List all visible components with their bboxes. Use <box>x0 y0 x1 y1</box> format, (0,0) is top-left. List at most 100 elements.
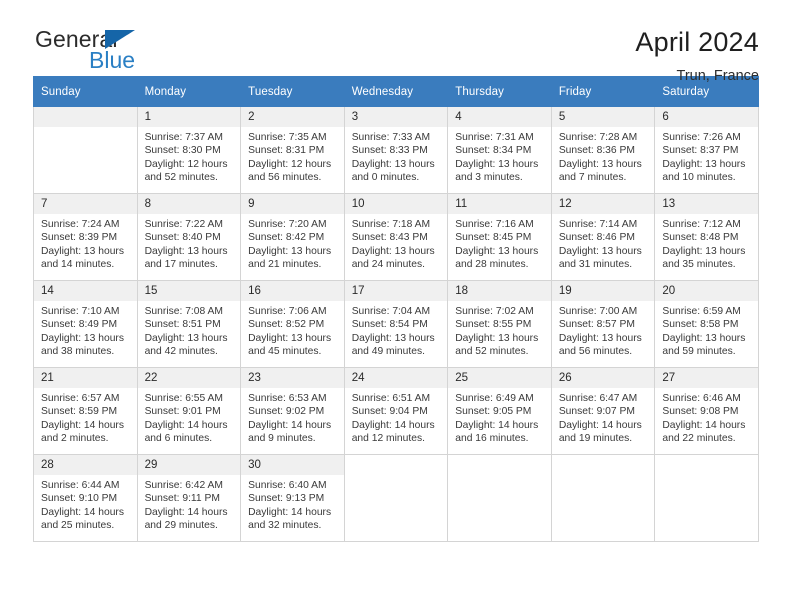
day-number: 18 <box>448 281 551 301</box>
sun-info-line: and 56 minutes. <box>558 346 633 358</box>
sun-info-line: Daylight: 13 hours <box>558 245 642 257</box>
sun-info-line: Daylight: 13 hours <box>351 245 435 257</box>
sun-info-line: Daylight: 14 hours <box>455 419 539 431</box>
sun-info-line: Sunset: 8:36 PM <box>558 145 635 157</box>
calendar-week-row: 7 Sunrise: 7:24 AM Sunset: 8:39 PM Daylight… <box>33 193 759 281</box>
sun-info-line: and 59 minutes. <box>662 346 736 358</box>
day-sun-info: Sunrise: 6:47 AM Sunset: 9:07 PM Daylight:… <box>552 388 655 446</box>
sun-info-line: Daylight: 14 hours <box>144 419 228 431</box>
day-number: 5 <box>551 107 655 127</box>
day-number: 9 <box>241 194 344 214</box>
sun-info-line: Sunset: 9:01 PM <box>144 406 221 418</box>
sun-info-line: Sunset: 8:34 PM <box>455 145 532 157</box>
calendar-table: Sunday Monday Tuesday Wednesday Thursday Frid… <box>33 76 759 542</box>
calendar-day-cell[interactable]: 12 Sunrise: 7:14 AM Sunset: 8:46 PM Dayligh… <box>550 193 656 281</box>
calendar-day-cell[interactable]: 5 Sunrise: 7:28 AM Sunset: 8:36 PM Daylight… <box>550 106 656 194</box>
calendar-day-cell[interactable]: 22 Sunrise: 6:55 AM Sunset: 9:01 PM Dayligh… <box>136 367 242 455</box>
sun-info-line: Daylight: 13 hours <box>558 158 642 170</box>
sun-info-line: Sunset: 8:40 PM <box>144 232 221 244</box>
sun-info-line: Sunset: 8:54 PM <box>351 319 428 331</box>
calendar-day-cell[interactable]: 18 Sunrise: 7:02 AM Sunset: 8:55 PM Dayligh… <box>447 280 552 368</box>
day-number: 16 <box>241 281 344 301</box>
calendar-day-cell[interactable]: 4 Sunrise: 7:31 AM Sunset: 8:34 PM Daylight… <box>447 106 552 194</box>
calendar-day-cell[interactable]: 13 Sunrise: 7:12 AM Sunset: 8:48 PM Dayligh… <box>654 193 759 281</box>
calendar-day-cell[interactable]: 24 Sunrise: 6:51 AM Sunset: 9:04 PM Dayligh… <box>343 367 449 455</box>
day-number: 20 <box>655 281 758 301</box>
calendar-day-cell[interactable]: 6 Sunrise: 7:26 AM Sunset: 8:37 PM Daylight… <box>654 106 759 194</box>
page-header: General Blue April 2024 Trun, France <box>33 0 759 84</box>
sun-info-line: and 17 minutes. <box>144 259 218 271</box>
sun-info-line: and 16 minutes. <box>455 433 529 445</box>
calendar-day-cell[interactable]: 29 Sunrise: 6:42 AM Sunset: 9:11 PM Dayligh… <box>136 454 242 542</box>
sun-info-line: Sunrise: 7:10 AM <box>41 306 120 317</box>
day-sun-info: Sunrise: 7:00 AM Sunset: 8:57 PM Daylight:… <box>552 301 655 359</box>
sun-info-line: Sunrise: 6:53 AM <box>248 393 327 404</box>
calendar-day-cell[interactable]: 28 Sunrise: 6:44 AM Sunset: 9:10 PM Dayligh… <box>33 454 138 542</box>
sun-info-line: Sunrise: 7:08 AM <box>144 306 223 317</box>
sun-info-line: Daylight: 13 hours <box>662 245 746 257</box>
sun-info-line: and 21 minutes. <box>248 259 322 271</box>
sun-info-line: Daylight: 12 hours <box>248 158 332 170</box>
weekday-header-thursday: Thursday <box>447 76 552 107</box>
calendar-day-cell[interactable]: 17 Sunrise: 7:04 AM Sunset: 8:54 PM Dayligh… <box>343 280 449 368</box>
day-number: 4 <box>448 107 551 127</box>
calendar-day-cell[interactable]: 25 Sunrise: 6:49 AM Sunset: 9:05 PM Dayligh… <box>447 367 552 455</box>
day-sun-info: Sunrise: 7:12 AM Sunset: 8:48 PM Daylight:… <box>655 214 758 272</box>
sun-info-line: Sunrise: 6:40 AM <box>248 480 327 491</box>
sun-info-line: Sunrise: 7:24 AM <box>41 219 120 230</box>
sun-info-line: and 22 minutes. <box>662 433 736 445</box>
location-subtitle: Trun, France <box>676 68 759 84</box>
sun-info-line: Sunset: 8:52 PM <box>248 319 325 331</box>
calendar-week-row: 1 Sunrise: 7:37 AM Sunset: 8:30 PM Daylight… <box>33 106 759 194</box>
calendar-day-cell[interactable]: 15 Sunrise: 7:08 AM Sunset: 8:51 PM Dayligh… <box>136 280 242 368</box>
calendar-day-cell[interactable]: 9 Sunrise: 7:20 AM Sunset: 8:42 PM Daylight… <box>240 193 345 281</box>
sun-info-line: Sunset: 9:04 PM <box>351 406 428 418</box>
sun-info-line: Sunrise: 7:14 AM <box>558 219 638 230</box>
day-sun-info: Sunrise: 7:33 AM Sunset: 8:33 PM Daylight:… <box>345 127 448 185</box>
sun-info-line: Daylight: 13 hours <box>248 245 332 257</box>
calendar-day-cell[interactable]: 8 Sunrise: 7:22 AM Sunset: 8:40 PM Daylight… <box>136 193 242 281</box>
calendar-day-cell[interactable]: 26 Sunrise: 6:47 AM Sunset: 9:07 PM Dayligh… <box>550 367 656 455</box>
calendar-day-cell[interactable]: 16 Sunrise: 7:06 AM Sunset: 8:52 PM Dayligh… <box>240 280 345 368</box>
calendar-day-cell[interactable]: 11 Sunrise: 7:16 AM Sunset: 8:45 PM Dayligh… <box>447 193 552 281</box>
day-number: 8 <box>137 194 241 214</box>
sun-info-line: Sunset: 8:48 PM <box>662 232 739 244</box>
calendar-day-cell[interactable]: 30 Sunrise: 6:40 AM Sunset: 9:13 PM Dayligh… <box>240 454 345 542</box>
day-sun-info: Sunrise: 7:18 AM Sunset: 8:43 PM Daylight:… <box>345 214 448 272</box>
calendar-day-cell[interactable]: 2 Sunrise: 7:35 AM Sunset: 8:31 PM Daylight… <box>240 106 345 194</box>
day-number: 3 <box>344 107 448 127</box>
day-sun-info: Sunrise: 7:08 AM Sunset: 8:51 PM Daylight:… <box>138 301 241 359</box>
calendar-day-cell[interactable]: 19 Sunrise: 7:00 AM Sunset: 8:57 PM Dayligh… <box>550 280 656 368</box>
sun-info-line: and 31 minutes. <box>558 259 633 271</box>
page-title: April 2024 <box>635 27 759 57</box>
day-sun-info: Sunrise: 6:46 AM Sunset: 9:08 PM Daylight:… <box>655 388 758 446</box>
weekday-header-tuesday: Tuesday <box>240 76 345 107</box>
sun-info-line: Sunset: 9:08 PM <box>662 406 739 418</box>
sun-info-line: Daylight: 13 hours <box>351 158 435 170</box>
sun-info-line: Sunset: 8:31 PM <box>248 145 325 157</box>
sun-info-line: and 6 minutes. <box>144 433 213 445</box>
calendar-day-cell[interactable]: 27 Sunrise: 6:46 AM Sunset: 9:08 PM Dayligh… <box>654 367 759 455</box>
calendar-day-cell[interactable]: 7 Sunrise: 7:24 AM Sunset: 8:39 PM Daylight… <box>33 193 138 281</box>
calendar-empty-cell <box>343 454 449 542</box>
general-blue-logo[interactable]: General Blue <box>33 26 203 82</box>
day-sun-info: Sunrise: 7:37 AM Sunset: 8:30 PM Daylight:… <box>138 127 241 185</box>
sun-info-line: and 9 minutes. <box>248 433 316 445</box>
calendar-day-cell[interactable]: 23 Sunrise: 6:53 AM Sunset: 9:02 PM Dayligh… <box>240 367 345 455</box>
sun-info-line: Sunset: 9:05 PM <box>455 406 532 418</box>
calendar-day-cell[interactable]: 14 Sunrise: 7:10 AM Sunset: 8:49 PM Dayligh… <box>33 280 138 368</box>
sun-info-line: Sunrise: 6:57 AM <box>41 393 120 404</box>
calendar-week-row: 28 Sunrise: 6:44 AM Sunset: 9:10 PM Dayligh… <box>33 454 759 542</box>
sun-info-line: Sunrise: 7:20 AM <box>248 219 327 230</box>
calendar-day-cell[interactable]: 3 Sunrise: 7:33 AM Sunset: 8:33 PM Daylight… <box>343 106 449 194</box>
calendar-day-cell[interactable]: 20 Sunrise: 6:59 AM Sunset: 8:58 PM Dayligh… <box>654 280 759 368</box>
sun-info-line: Sunrise: 7:18 AM <box>351 219 431 230</box>
calendar-day-cell[interactable]: 1 Sunrise: 7:37 AM Sunset: 8:30 PM Daylight… <box>136 106 242 194</box>
sun-info-line: Daylight: 13 hours <box>41 332 124 344</box>
calendar-day-cell[interactable]: 21 Sunrise: 6:57 AM Sunset: 8:59 PM Dayligh… <box>33 367 138 455</box>
calendar-day-cell[interactable]: 10 Sunrise: 7:18 AM Sunset: 8:43 PM Dayligh… <box>343 193 449 281</box>
day-number: 2 <box>241 107 344 127</box>
sun-info-line: Daylight: 13 hours <box>662 158 746 170</box>
sun-info-line: Daylight: 13 hours <box>455 332 539 344</box>
day-sun-info: Sunrise: 7:10 AM Sunset: 8:49 PM Daylight:… <box>34 301 137 359</box>
